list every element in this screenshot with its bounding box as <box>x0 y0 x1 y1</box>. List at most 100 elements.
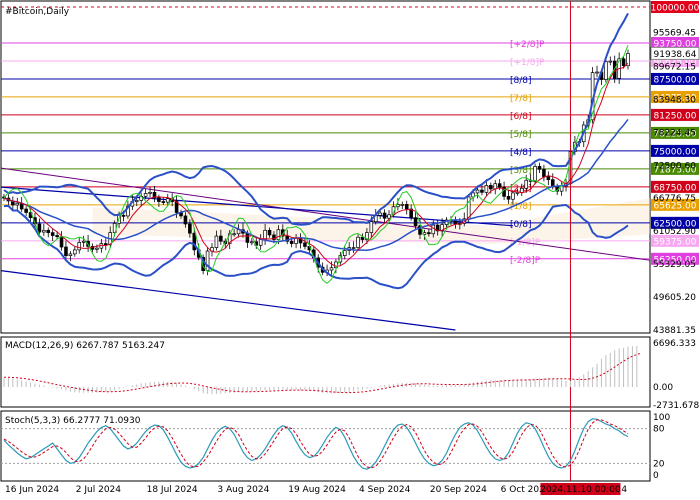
candle-body <box>42 229 46 233</box>
cursor-date-label: 2024.11.10 00:00 <box>540 485 621 495</box>
candle-body <box>329 267 334 271</box>
candle-body <box>95 247 99 250</box>
chart-title: #Bitcoin,Daily <box>5 7 70 17</box>
candle-body <box>183 215 188 225</box>
macd-axis-tick: 6696.333 <box>653 339 696 349</box>
candle-body <box>37 223 42 233</box>
candle-body <box>453 220 458 225</box>
candle-body <box>73 249 77 255</box>
macd-axis-tick: 0.00 <box>653 383 673 393</box>
candle-body <box>77 242 82 251</box>
candle-body <box>493 183 498 190</box>
candle-body <box>511 192 515 200</box>
candle-body <box>356 236 360 248</box>
candle-body <box>546 176 551 181</box>
level-tag: [6/8] <box>510 112 532 122</box>
stoch-axis-tick: 100 <box>653 413 670 423</box>
stoch-title: Stoch(5,3,3) 66.2777 71.0930 <box>5 416 141 426</box>
candle-body <box>404 204 409 210</box>
level-tag: [0/8] <box>510 220 532 230</box>
price-axis-tick: 61052.90 <box>653 227 696 237</box>
level-tag: [+2/8]P <box>510 40 545 50</box>
candle-body <box>608 60 613 63</box>
candle-body <box>15 202 20 206</box>
price-axis-tick: 43881.35 <box>653 326 696 336</box>
candle-body <box>413 217 418 227</box>
level-price-label: 87500.00 <box>654 75 697 85</box>
candle-body <box>542 168 546 178</box>
level-tag: [7/8] <box>510 94 532 104</box>
candle-body <box>103 243 108 246</box>
candle-body <box>121 215 126 217</box>
candle-body <box>489 185 493 190</box>
level-tag: [8/8] <box>510 76 532 86</box>
price-axis-tick: 72500.60 <box>653 161 696 171</box>
candle-body <box>276 229 281 240</box>
date-axis-tick: 18 Jul 2024 <box>147 485 198 495</box>
level-price-label: 75000.00 <box>654 147 697 157</box>
candle-body <box>604 61 608 80</box>
candle-body <box>157 197 161 202</box>
candle-body <box>148 191 152 194</box>
candle-body <box>289 240 294 244</box>
candle-body <box>81 240 86 243</box>
candle-body <box>378 212 382 216</box>
candle-body <box>188 223 192 234</box>
date-axis-tick: 20 Sep 2024 <box>430 485 487 495</box>
level-price-label: 68750.00 <box>654 183 697 193</box>
candle-body <box>431 224 436 235</box>
date-axis-tick: 16 Jun 2024 <box>5 485 59 495</box>
candle-body <box>267 229 272 236</box>
candle-body <box>134 200 139 202</box>
level-tag: [+1/8]P <box>510 58 545 68</box>
candle-body <box>480 189 484 193</box>
candle-body <box>59 236 64 248</box>
level-tag: [5/8] <box>510 130 532 140</box>
current-price-label: 91938.64 <box>654 50 697 60</box>
candle-body <box>219 235 223 242</box>
candle-body <box>595 71 599 74</box>
candle-body <box>236 229 241 235</box>
candle-body <box>497 183 502 188</box>
stoch-axis-tick: 0 <box>653 471 659 481</box>
stoch-axis-tick: 20 <box>653 459 665 469</box>
candle-body <box>382 212 387 219</box>
level-price-label: 81250.00 <box>654 111 697 121</box>
candle-body <box>621 58 626 67</box>
candle-body <box>303 242 307 247</box>
candle-body <box>506 196 511 200</box>
date-axis-tick: 19 Aug 2024 <box>288 485 346 495</box>
candle-body <box>214 235 219 248</box>
candle-body <box>68 253 73 256</box>
candle-body <box>533 166 537 182</box>
candle-body <box>524 179 529 189</box>
candle-body <box>165 198 170 203</box>
candle-body <box>24 208 28 213</box>
candle-body <box>342 250 347 256</box>
candle-body <box>250 241 254 244</box>
candle-body <box>258 239 263 246</box>
price-axis-tick: 83948.30 <box>653 95 696 105</box>
candle-body <box>245 232 250 243</box>
candle-body <box>55 235 59 238</box>
price-axis-tick: 78224.45 <box>653 128 696 138</box>
level-tag: [4/8] <box>510 148 532 158</box>
candle-body <box>46 229 51 233</box>
price-axis-tick: 95569.45 <box>653 29 696 39</box>
macd-title: MACD(12,26,9) 6267.787 5163.247 <box>5 341 165 351</box>
level-price-label: 100000.00 <box>651 4 700 14</box>
candle-body <box>519 187 524 193</box>
candle-body <box>351 247 356 249</box>
candle-body <box>484 185 489 193</box>
candle-body <box>263 229 267 240</box>
date-axis-tick: 4 Sep 2024 <box>359 485 411 495</box>
level-price-label: 59375.00 <box>654 237 697 247</box>
candle-body <box>143 193 148 197</box>
price-axis-tick: 49605.20 <box>653 293 696 303</box>
price-axis-tick: 55329.05 <box>653 260 696 270</box>
candle-body <box>537 166 542 170</box>
candle-body <box>369 221 374 233</box>
price-axis-tick: 89672.15 <box>653 62 696 72</box>
candle-body <box>232 233 236 236</box>
price-axis-tick: 66776.75 <box>653 194 696 204</box>
